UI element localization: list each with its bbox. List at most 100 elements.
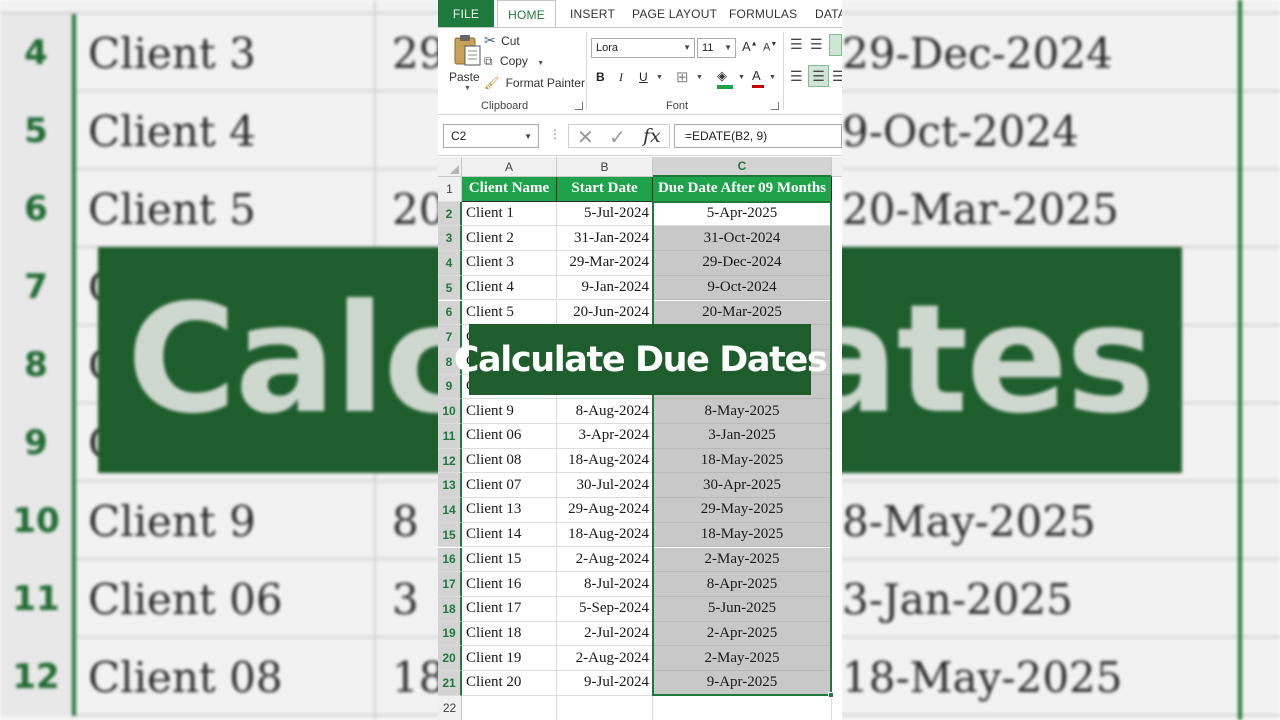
align-top-icon[interactable]: ☰ <box>790 36 803 53</box>
start-date-cell[interactable]: 3-Apr-2024 <box>557 424 653 449</box>
row-header[interactable]: 4 <box>438 251 462 276</box>
due-date-cell[interactable]: 20-Mar-2025 <box>653 300 832 326</box>
due-date-cell[interactable]: 18-May-2025 <box>653 522 832 548</box>
fill-handle[interactable] <box>828 692 834 698</box>
font-size-select[interactable]: 11 ▼ <box>697 38 736 58</box>
start-date-cell[interactable]: 18-Aug-2024 <box>557 522 653 548</box>
client-name-cell[interactable]: Client 06 <box>462 424 557 449</box>
row-header[interactable]: 6 <box>438 300 462 326</box>
align-right-icon[interactable]: ☰ <box>832 68 842 85</box>
client-name-cell[interactable]: Client 5 <box>462 300 557 326</box>
align-bottom-button[interactable] <box>829 34 842 56</box>
empty-cell[interactable] <box>557 695 653 720</box>
client-name-cell[interactable]: Client 07 <box>462 473 557 499</box>
font-name-select[interactable]: Lora ▼ <box>591 38 695 58</box>
row-header[interactable]: 16 <box>438 547 462 573</box>
client-name-cell[interactable]: Client 19 <box>462 646 557 671</box>
due-date-cell[interactable]: 31-Oct-2024 <box>653 226 832 252</box>
due-date-cell[interactable]: 8-May-2025 <box>653 399 832 424</box>
align-center-button[interactable]: ☰ <box>808 65 829 87</box>
row-header[interactable]: 22 <box>438 695 462 720</box>
start-date-cell[interactable]: 9-Jul-2024 <box>557 671 653 696</box>
client-name-cell[interactable]: Client 16 <box>462 572 557 597</box>
header-cell-start-date[interactable]: Start Date <box>557 177 653 202</box>
start-date-cell[interactable]: 29-Mar-2024 <box>557 251 653 276</box>
select-all-corner[interactable] <box>438 157 462 177</box>
row-header[interactable]: 2 <box>438 201 462 227</box>
client-name-cell[interactable]: Client 1 <box>462 201 557 227</box>
header-cell-client-name[interactable]: Client Name <box>462 177 557 202</box>
fill-color-button[interactable]: ◈ <box>717 68 735 90</box>
row-header[interactable]: 3 <box>438 226 462 252</box>
column-header-a[interactable]: A <box>462 157 557 177</box>
start-date-cell[interactable]: 18-Aug-2024 <box>557 448 653 474</box>
due-date-cell[interactable]: 29-Dec-2024 <box>653 251 832 276</box>
row-header[interactable]: 10 <box>438 399 462 424</box>
start-date-cell[interactable]: 2-Aug-2024 <box>557 646 653 671</box>
due-date-cell[interactable]: 9-Apr-2025 <box>653 671 832 696</box>
cut-button[interactable]: ✂ Cut <box>484 32 520 50</box>
client-name-cell[interactable]: Client 08 <box>462 448 557 474</box>
due-date-cell[interactable]: 5-Apr-2025 <box>653 201 832 227</box>
format-painter-button[interactable]: 🖌 Format Painter <box>484 76 585 94</box>
client-name-cell[interactable]: Client 15 <box>462 547 557 573</box>
row-header[interactable]: 15 <box>438 522 462 548</box>
start-date-cell[interactable]: 2-Jul-2024 <box>557 621 653 647</box>
client-name-cell[interactable]: Client 17 <box>462 596 557 622</box>
due-date-cell[interactable]: 3-Jan-2025 <box>653 424 832 449</box>
tab-formulas[interactable]: FORMULAS <box>729 0 797 28</box>
column-header-b[interactable]: B <box>557 157 653 177</box>
borders-icon[interactable]: ⊞ <box>676 68 689 86</box>
clipboard-launcher-icon[interactable] <box>575 102 583 110</box>
start-date-cell[interactable]: 30-Jul-2024 <box>557 473 653 499</box>
empty-cell[interactable] <box>653 695 832 720</box>
row-header[interactable]: 18 <box>438 596 462 622</box>
cancel-icon[interactable]: ✕ <box>577 125 594 150</box>
row-header[interactable]: 20 <box>438 646 462 671</box>
row-header[interactable]: 21 <box>438 671 462 696</box>
bold-button[interactable]: B <box>596 70 605 84</box>
align-middle-icon[interactable]: ☰ <box>810 36 823 53</box>
start-date-cell[interactable]: 5-Sep-2024 <box>557 596 653 622</box>
grow-font-button[interactable]: A▲ <box>742 39 758 54</box>
due-date-cell[interactable]: 2-May-2025 <box>653 646 832 671</box>
start-date-cell[interactable]: 29-Aug-2024 <box>557 498 653 523</box>
tab-data[interactable]: DATA <box>815 0 842 28</box>
copy-button[interactable]: ⧉ Copy ▼ <box>484 54 544 72</box>
empty-cell[interactable] <box>462 695 557 720</box>
align-left-icon[interactable]: ☰ <box>790 68 803 85</box>
start-date-cell[interactable]: 31-Jan-2024 <box>557 226 653 252</box>
client-name-cell[interactable]: Client 14 <box>462 522 557 548</box>
tab-page-layout[interactable]: PAGE LAYOUT <box>632 0 717 28</box>
header-cell-due-date[interactable]: Due Date After 09 Months <box>653 177 832 202</box>
column-header-d[interactable] <box>832 157 842 177</box>
due-date-cell[interactable]: 18-May-2025 <box>653 448 832 474</box>
due-date-cell[interactable]: 29-May-2025 <box>653 498 832 523</box>
name-box[interactable]: C2 ▼ <box>443 124 539 148</box>
due-date-cell[interactable]: 30-Apr-2025 <box>653 473 832 499</box>
due-date-cell[interactable]: 2-Apr-2025 <box>653 621 832 647</box>
client-name-cell[interactable]: Client 4 <box>462 275 557 301</box>
check-icon[interactable]: ✓ <box>609 125 626 150</box>
start-date-cell[interactable]: 5-Jul-2024 <box>557 201 653 227</box>
due-date-cell[interactable]: 9-Oct-2024 <box>653 275 832 301</box>
tab-file[interactable]: FILE <box>438 0 494 28</box>
italic-button[interactable]: I <box>619 70 623 85</box>
start-date-cell[interactable]: 9-Jan-2024 <box>557 275 653 301</box>
underline-button[interactable]: U <box>639 70 648 84</box>
column-header-c[interactable]: C <box>653 157 832 177</box>
font-launcher-icon[interactable] <box>771 102 779 110</box>
due-date-cell[interactable]: 8-Apr-2025 <box>653 572 832 597</box>
client-name-cell[interactable]: Client 18 <box>462 621 557 647</box>
start-date-cell[interactable]: 8-Jul-2024 <box>557 572 653 597</box>
client-name-cell[interactable]: Client 3 <box>462 251 557 276</box>
start-date-cell[interactable]: 2-Aug-2024 <box>557 547 653 573</box>
client-name-cell[interactable]: Client 2 <box>462 226 557 252</box>
due-date-cell[interactable]: 5-Jun-2025 <box>653 596 832 622</box>
font-color-button[interactable]: A <box>752 68 768 90</box>
tab-home[interactable]: HOME <box>497 0 556 29</box>
tab-insert[interactable]: INSERT <box>570 0 615 28</box>
start-date-cell[interactable]: 20-Jun-2024 <box>557 300 653 326</box>
row-header[interactable]: 11 <box>438 424 462 449</box>
row-header[interactable]: 19 <box>438 621 462 647</box>
